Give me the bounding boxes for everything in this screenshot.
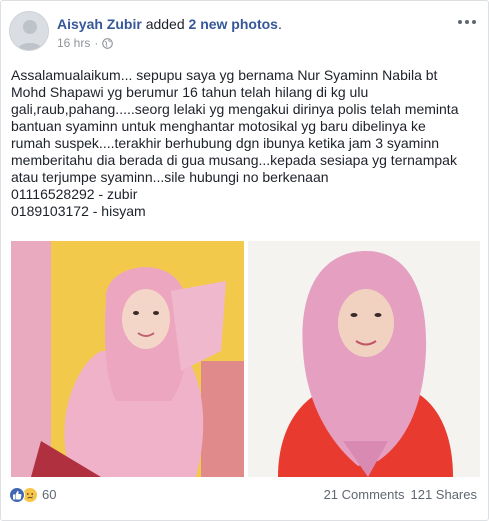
- action-suffix: .: [277, 16, 282, 32]
- post-text-line: memberitahu dia berada di gua musang...k…: [11, 152, 457, 168]
- post-footer: 60 21 Comments 121 Shares: [9, 487, 481, 507]
- comments-link[interactable]: 21 Comments: [324, 487, 405, 503]
- post-text-line: Assalamualaikum... sepupu saya yg bernam…: [11, 67, 438, 83]
- post-action: added 2 new photos.: [146, 16, 282, 32]
- phone-number-zubir: 01116528292 - zubir: [11, 186, 138, 202]
- post-text-line: rumah suspek....terakhir berhubung dgn i…: [11, 135, 440, 151]
- photo-1[interactable]: [11, 241, 244, 477]
- author-name[interactable]: Aisyah Zubir: [57, 16, 142, 32]
- facebook-post: Aisyah Zubir added 2 new photos. 16 hrs …: [0, 0, 489, 521]
- phone-number-hisyam: 0189103172 - hisyam: [11, 203, 146, 219]
- avatar[interactable]: [9, 11, 49, 51]
- engagement-stats: 21 Comments 121 Shares: [324, 487, 477, 503]
- timestamp[interactable]: 16 hrs: [57, 35, 90, 51]
- post-text-line: atau terjumpe syaminn...sile hubungi no …: [11, 169, 329, 185]
- reaction-count: 60: [42, 487, 57, 502]
- post-text-line: gali,raub,pahang.....seorg lelaki yg men…: [11, 101, 459, 117]
- post-text-line: bantuan syaminn untuk menghantar motosik…: [11, 118, 426, 134]
- shares-link[interactable]: 121 Shares: [411, 487, 478, 503]
- action-prefix: added: [145, 16, 185, 32]
- reactions-summary[interactable]: 60: [9, 487, 56, 503]
- globe-icon: [102, 37, 114, 49]
- post-text: Assalamualaikum... sepupu saya yg bernam…: [11, 67, 483, 220]
- photo-grid: [11, 241, 480, 477]
- photos-link[interactable]: 2 new photos: [189, 16, 278, 32]
- post-header: Aisyah Zubir added 2 new photos. 16 hrs …: [9, 11, 481, 55]
- author-line: Aisyah Zubir added 2 new photos.: [57, 15, 282, 33]
- more-options-icon[interactable]: [457, 15, 477, 29]
- post-text-line: Mohd Shapawi yg berumur 16 tahun telah h…: [11, 84, 369, 100]
- meta-separator: ·: [94, 36, 99, 50]
- post-meta: 16 hrs ·: [57, 35, 114, 51]
- like-reaction-icon: [9, 487, 25, 503]
- photo-2[interactable]: [248, 241, 480, 477]
